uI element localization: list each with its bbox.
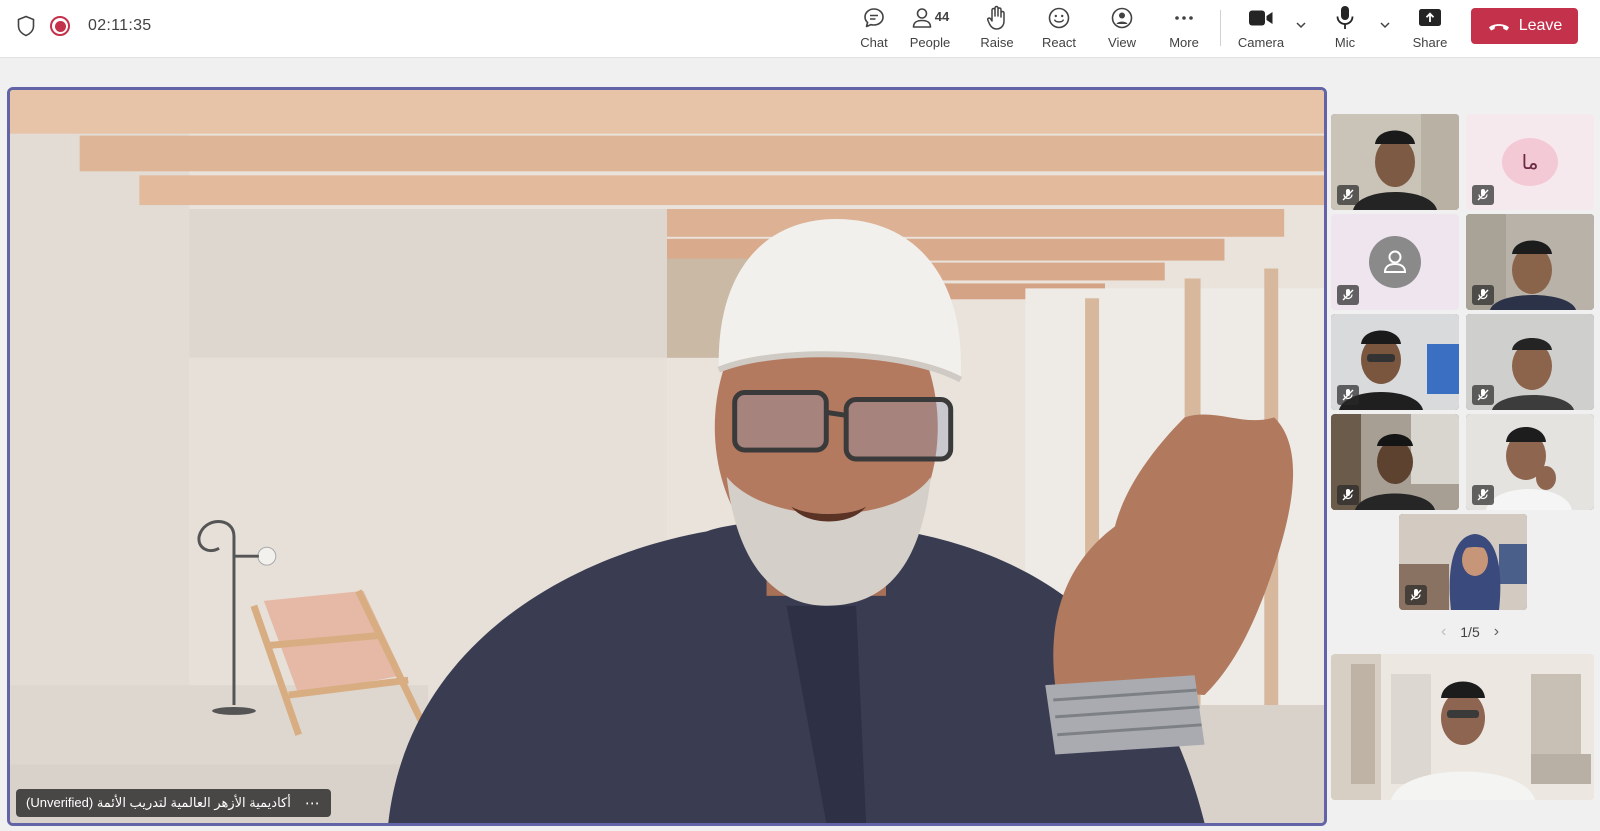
participant-more-options-icon[interactable]: ⋯ [305, 794, 321, 812]
muted-mic-icon [1472, 385, 1494, 405]
more-label: More [1169, 35, 1199, 50]
share-icon [1419, 9, 1441, 26]
more-icon [1175, 16, 1193, 20]
muted-mic-icon [1472, 485, 1494, 505]
chat-label: Chat [860, 35, 888, 50]
speaker-video-feed [10, 90, 1324, 823]
speaker-name: أكاديمية الأزهر العالمية لتدريب الأئمة (… [26, 795, 291, 810]
participant-tile[interactable] [1331, 314, 1459, 410]
share-label: Share [1412, 35, 1448, 50]
mic-button[interactable]: Mic [1323, 4, 1367, 52]
people-label: People [909, 35, 951, 50]
view-button[interactable]: View [1100, 4, 1144, 52]
participant-tile[interactable] [1399, 514, 1527, 610]
chat-icon [864, 8, 884, 28]
people-count: 44 [934, 8, 950, 24]
camera-options-chevron-icon[interactable] [1294, 18, 1308, 32]
shield-icon[interactable] [16, 15, 36, 37]
participant-tile[interactable] [1331, 414, 1459, 510]
participant-tile[interactable] [1466, 214, 1594, 310]
muted-mic-icon [1472, 185, 1494, 205]
self-view-video[interactable] [1331, 654, 1594, 800]
people-icon [912, 8, 932, 28]
previous-page-icon[interactable]: ‹ [1441, 623, 1446, 641]
next-page-icon[interactable]: › [1494, 623, 1499, 641]
participant-tile[interactable]: ما [1466, 114, 1594, 210]
muted-mic-icon [1405, 585, 1427, 605]
meeting-toolbar: 02:11:35 Chat 44 People Raise React View [0, 0, 1600, 58]
chat-button[interactable]: Chat [852, 4, 896, 52]
raise-label: Raise [980, 35, 1014, 50]
page-indicator: 1/5 [1460, 624, 1480, 640]
smiley-icon [1048, 7, 1070, 29]
camera-button[interactable]: Camera [1236, 4, 1286, 52]
participant-tile[interactable] [1466, 314, 1594, 410]
muted-mic-icon [1337, 385, 1359, 405]
leave-button[interactable]: Leave [1471, 8, 1578, 44]
view-icon [1111, 7, 1133, 29]
camera-label: Camera [1237, 35, 1285, 50]
mic-options-chevron-icon[interactable] [1378, 18, 1392, 32]
meeting-info: 02:11:35 [16, 14, 152, 38]
share-button[interactable]: Share [1408, 4, 1452, 52]
meeting-timer: 02:11:35 [88, 17, 152, 34]
self-video-feed [1331, 654, 1594, 800]
main-video-stage[interactable]: أكاديمية الأزهر العالمية لتدريب الأئمة (… [7, 87, 1327, 826]
speaker-name-tag: أكاديمية الأزهر العالمية لتدريب الأئمة (… [16, 789, 331, 817]
muted-mic-icon [1472, 285, 1494, 305]
muted-mic-icon [1337, 485, 1359, 505]
muted-mic-icon [1337, 185, 1359, 205]
raise-hand-icon [987, 5, 1005, 30]
participant-initials: ما [1502, 138, 1558, 186]
more-button[interactable]: More [1162, 4, 1206, 52]
gallery-pager: ‹ 1/5 › [1420, 621, 1520, 643]
participant-tile[interactable] [1331, 214, 1459, 310]
raise-hand-button[interactable]: Raise [975, 4, 1019, 52]
muted-mic-icon [1337, 285, 1359, 305]
mic-label: Mic [1334, 35, 1356, 50]
recording-icon [50, 16, 70, 36]
leave-label: Leave [1518, 17, 1563, 34]
react-label: React [1042, 35, 1076, 50]
camera-icon [1249, 10, 1273, 26]
mic-icon [1336, 6, 1354, 29]
hang-up-icon [1488, 24, 1509, 31]
toolbar-divider [1220, 10, 1221, 46]
people-button[interactable]: 44 People [905, 4, 955, 52]
default-avatar-icon [1369, 236, 1421, 288]
participant-tile[interactable] [1466, 414, 1594, 510]
view-label: View [1108, 35, 1136, 50]
react-button[interactable]: React [1037, 4, 1081, 52]
participant-tile[interactable] [1331, 114, 1459, 210]
